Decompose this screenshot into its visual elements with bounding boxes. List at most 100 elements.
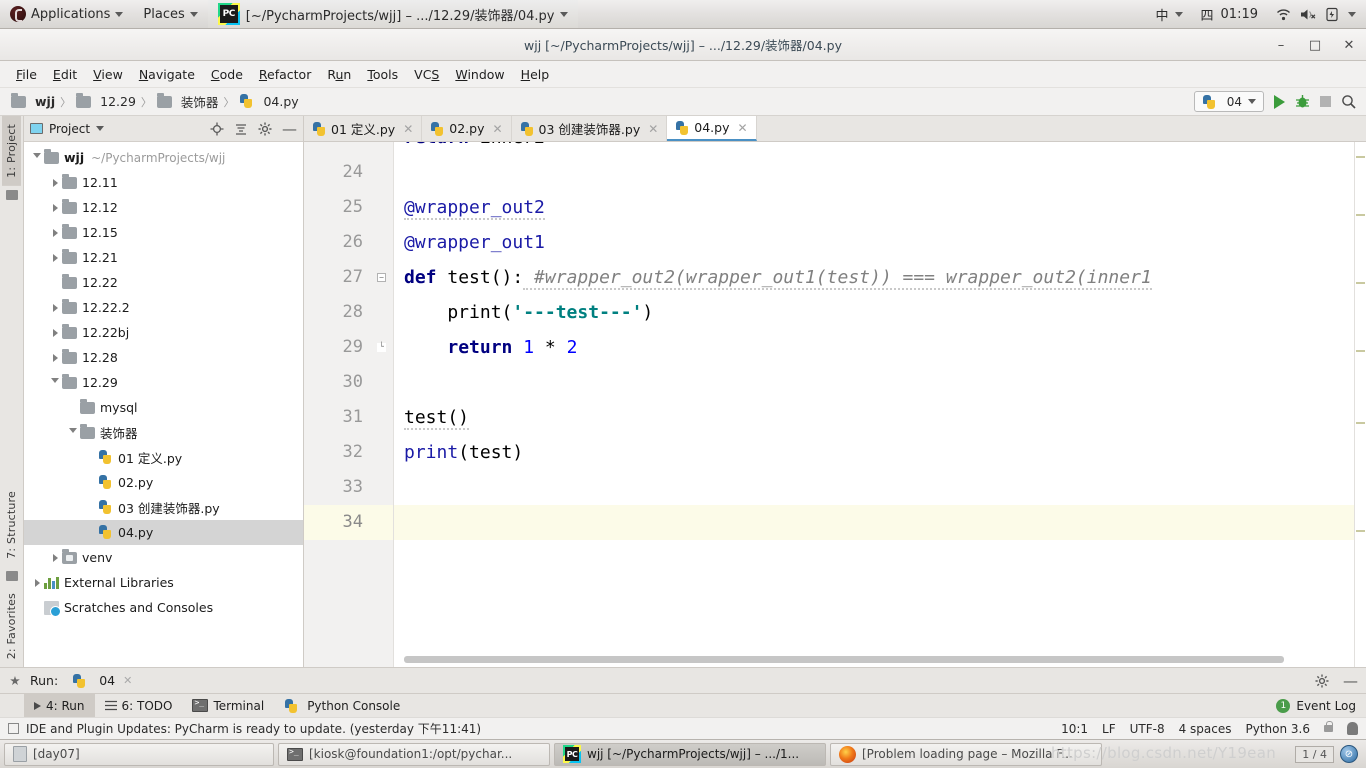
menu-help[interactable]: Help — [513, 64, 558, 85]
system-indicators[interactable] — [1266, 0, 1366, 28]
tree-node[interactable]: 装饰器 — [24, 420, 303, 445]
search-icon[interactable] — [1341, 94, 1356, 109]
locate-icon[interactable] — [210, 122, 224, 136]
bottom-tab-python-console[interactable]: Python Console — [274, 694, 410, 717]
hide-panel-button[interactable]: — — [1343, 673, 1358, 688]
tree-node[interactable]: 12.12 — [24, 195, 303, 220]
tool-tab-structure[interactable]: 7: Structure — [2, 483, 21, 567]
file-encoding[interactable]: UTF-8 — [1130, 722, 1165, 736]
hide-panel-button[interactable]: — — [282, 121, 297, 136]
breadcrumb-item-file[interactable]: 04.py — [236, 94, 301, 109]
breadcrumb-item-project[interactable]: wjj — [8, 92, 58, 109]
taskbar-item-pycharm[interactable]: PC wjj [~/PycharmProjects/wjj] – .../1..… — [554, 742, 826, 766]
taskbar-item-files[interactable]: [day07] — [4, 742, 274, 766]
caret-position[interactable]: 10:1 — [1061, 722, 1088, 736]
workspace-pager[interactable]: 1 / 4 — [1295, 745, 1334, 763]
tree-node[interactable]: wjj ~/PycharmProjects/wjj — [24, 145, 303, 170]
minimize-button[interactable]: – — [1272, 38, 1290, 53]
tree-node[interactable]: 12.22.2 — [24, 295, 303, 320]
expand-arrow-icon[interactable] — [48, 303, 62, 312]
run-config-tab-name[interactable]: 04 — [99, 673, 115, 688]
editor-tab[interactable]: 03 创建装饰器.py ✕ — [511, 116, 668, 141]
maximize-button[interactable]: □ — [1306, 38, 1324, 53]
code-line[interactable] — [394, 470, 1354, 505]
breadcrumb-item-1229[interactable]: 12.29 — [73, 92, 139, 109]
code-line[interactable]: def test(): #wrapper_out2(wrapper_out1(t… — [394, 260, 1354, 295]
tree-node[interactable]: 12.15 — [24, 220, 303, 245]
active-window-menu[interactable]: PC [~/PycharmProjects/wjj] – .../12.29/装… — [207, 0, 579, 28]
code-line[interactable] — [394, 365, 1354, 400]
menu-vcs[interactable]: VCS — [406, 64, 447, 85]
event-log-area[interactable]: 1 Event Log — [1276, 698, 1366, 713]
window-manager-icon[interactable]: ⊘ — [1340, 745, 1358, 763]
close-icon[interactable]: ✕ — [492, 122, 502, 136]
tree-node[interactable]: venv — [24, 545, 303, 570]
indent-setting[interactable]: 4 spaces — [1179, 722, 1232, 736]
close-button[interactable]: ✕ — [1340, 38, 1358, 53]
menu-navigate[interactable]: Navigate — [131, 64, 203, 85]
lock-icon[interactable] — [1324, 721, 1333, 732]
editor-tab[interactable]: 01 定义.py ✕ — [304, 116, 423, 141]
collapse-all-icon[interactable] — [234, 122, 248, 136]
tree-node[interactable]: External Libraries — [24, 570, 303, 595]
code-line[interactable]: return inner2 — [394, 142, 1354, 155]
expand-arrow-icon[interactable] — [48, 203, 62, 212]
taskbar-item-firefox[interactable]: [Problem loading page – Mozilla F... — [830, 742, 1102, 766]
close-icon[interactable]: ✕ — [403, 122, 413, 136]
code-line[interactable] — [394, 505, 1354, 540]
taskbar-item-terminal[interactable]: [kiosk@foundation1:/opt/pychar... — [278, 742, 550, 766]
line-separator[interactable]: LF — [1102, 722, 1116, 736]
code-line[interactable]: test() — [394, 400, 1354, 435]
code-line[interactable]: return 1 * 2 — [394, 330, 1354, 365]
status-message[interactable]: IDE and Plugin Updates: PyCharm is ready… — [26, 720, 481, 737]
tree-node[interactable]: 12.28 — [24, 345, 303, 370]
tree-node[interactable]: mysql — [24, 395, 303, 420]
menu-edit[interactable]: Edit — [45, 64, 85, 85]
close-icon[interactable]: ✕ — [648, 122, 658, 136]
applications-menu[interactable]: Applications — [0, 0, 133, 28]
code-line[interactable] — [394, 155, 1354, 190]
expand-arrow-icon[interactable] — [30, 578, 44, 587]
clock[interactable]: 四 01:19 — [1193, 5, 1266, 24]
tool-tab-project[interactable]: 1: Project — [2, 116, 21, 186]
tree-node[interactable]: 04.py — [24, 520, 303, 545]
editor-tab[interactable]: 04.py ✕ — [667, 116, 757, 141]
tree-node[interactable]: 12.22bj — [24, 320, 303, 345]
expand-arrow-icon[interactable] — [48, 178, 62, 187]
python-interpreter[interactable]: Python 3.6 — [1246, 722, 1311, 736]
collapse-arrow-icon[interactable] — [66, 428, 80, 437]
tree-node[interactable]: 02.py — [24, 470, 303, 495]
collapse-arrow-icon[interactable] — [48, 378, 62, 387]
line-number-gutter[interactable]: 23 24 25 26 27− 28 29└ 30 31 32 33 34 — [304, 142, 394, 667]
editor-tab[interactable]: 02.py ✕ — [422, 116, 512, 141]
error-stripe-marker-bar[interactable] — [1354, 142, 1366, 667]
gear-icon[interactable] — [1315, 674, 1329, 688]
menu-tools[interactable]: Tools — [359, 64, 406, 85]
code-editor[interactable]: return inner2 @wrapper_out2 @wrapper_out1d… — [394, 142, 1354, 667]
menu-run[interactable]: Run — [319, 64, 359, 85]
code-line[interactable]: print(test) — [394, 435, 1354, 470]
stop-button[interactable] — [1320, 96, 1331, 107]
editor-horizontal-scrollbar[interactable] — [394, 656, 1354, 663]
menu-code[interactable]: Code — [203, 64, 251, 85]
expand-arrow-icon[interactable] — [48, 353, 62, 362]
chevron-down-icon[interactable] — [96, 126, 105, 131]
run-configuration-selector[interactable]: 04 — [1193, 91, 1264, 112]
menu-file[interactable]: File — [8, 64, 45, 85]
menu-view[interactable]: View — [85, 64, 131, 85]
tree-node[interactable]: 12.21 — [24, 245, 303, 270]
close-icon[interactable]: ✕ — [738, 121, 748, 135]
code-line[interactable]: @wrapper_out1 — [394, 225, 1354, 260]
tool-tab-favorites[interactable]: 2: Favorites — [2, 585, 21, 667]
run-button[interactable] — [1274, 94, 1285, 109]
tree-node[interactable]: 12.11 — [24, 170, 303, 195]
expand-arrow-icon[interactable] — [48, 553, 62, 562]
bottom-tab-terminal[interactable]: Terminal — [182, 694, 274, 717]
expand-arrow-icon[interactable] — [48, 328, 62, 337]
close-icon[interactable]: ✕ — [123, 674, 132, 687]
expand-arrow-icon[interactable] — [48, 253, 62, 262]
breadcrumb-item-decorator[interactable]: 装饰器 — [154, 92, 222, 111]
debug-button[interactable] — [1295, 94, 1310, 109]
bottom-tab-todo[interactable]: 6: TODO — [95, 694, 183, 717]
menu-refactor[interactable]: Refactor — [251, 64, 319, 85]
